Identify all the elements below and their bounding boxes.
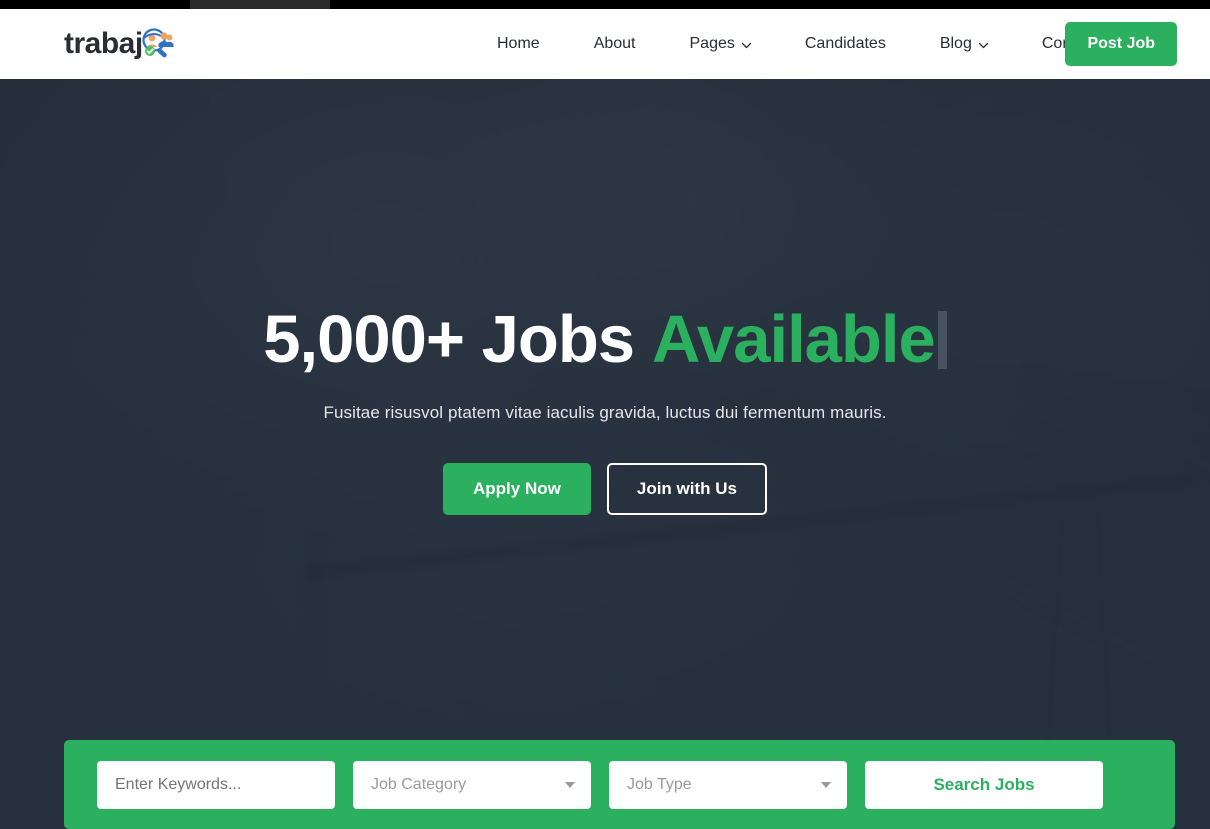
hero-title: 5,000+ Jobs Available	[263, 301, 947, 377]
nav-label: Blog	[939, 35, 972, 52]
hero-title-static: 5,000+ Jobs	[263, 301, 635, 377]
hero-content: 5,000+ Jobs Available Fusitae risusvol p…	[0, 79, 1210, 739]
nav-label: Home	[497, 35, 540, 52]
job-search-bar: Job Category Job Type Search Jobs	[64, 740, 1175, 829]
job-type-value: Job Type	[627, 775, 692, 793]
chevron-down-icon	[978, 38, 989, 49]
hero-section: 5,000+ Jobs Available Fusitae risusvol p…	[0, 79, 1210, 829]
nav-item-about[interactable]: About	[567, 35, 663, 53]
chevron-down-icon	[565, 781, 575, 788]
typing-cursor	[937, 310, 947, 369]
nav-label: Pages	[689, 35, 735, 52]
nav-label: About	[593, 35, 636, 52]
site-logo[interactable]: trabaj	[64, 27, 174, 61]
nav-item-candidates[interactable]: Candidates	[778, 35, 913, 53]
hero-actions: Apply Now Join with Us	[443, 463, 767, 516]
main-navigation: Home About Pages Candidates Blog Contact	[470, 9, 1124, 79]
job-category-select[interactable]: Job Category	[353, 760, 591, 809]
nav-label: Candidates	[804, 35, 886, 52]
site-header: trabaj Home About Pages Candidates Blog …	[0, 9, 1210, 79]
nav-item-blog[interactable]: Blog	[913, 35, 1015, 53]
nav-item-pages[interactable]: Pages	[663, 35, 778, 53]
chevron-down-icon	[821, 781, 831, 788]
post-job-button[interactable]: Post Job	[1065, 22, 1177, 66]
job-category-value: Job Category	[371, 775, 467, 793]
nav-item-home[interactable]: Home	[470, 35, 567, 53]
search-keywords-input[interactable]	[97, 760, 335, 809]
join-with-us-button[interactable]: Join with Us	[606, 463, 767, 516]
browser-top-strip	[0, 0, 1210, 9]
chevron-down-icon	[741, 38, 752, 49]
hero-subtitle: Fusitae risusvol ptatem vitae iaculis gr…	[323, 403, 887, 423]
hero-title-accent: Available	[652, 301, 936, 377]
magnifier-people-icon	[140, 27, 174, 61]
apply-now-button[interactable]: Apply Now	[443, 463, 591, 516]
browser-tab[interactable]	[190, 0, 330, 9]
search-jobs-button[interactable]: Search Jobs	[865, 760, 1103, 809]
job-type-select[interactable]: Job Type	[609, 760, 847, 809]
logo-text: trabaj	[64, 27, 143, 60]
